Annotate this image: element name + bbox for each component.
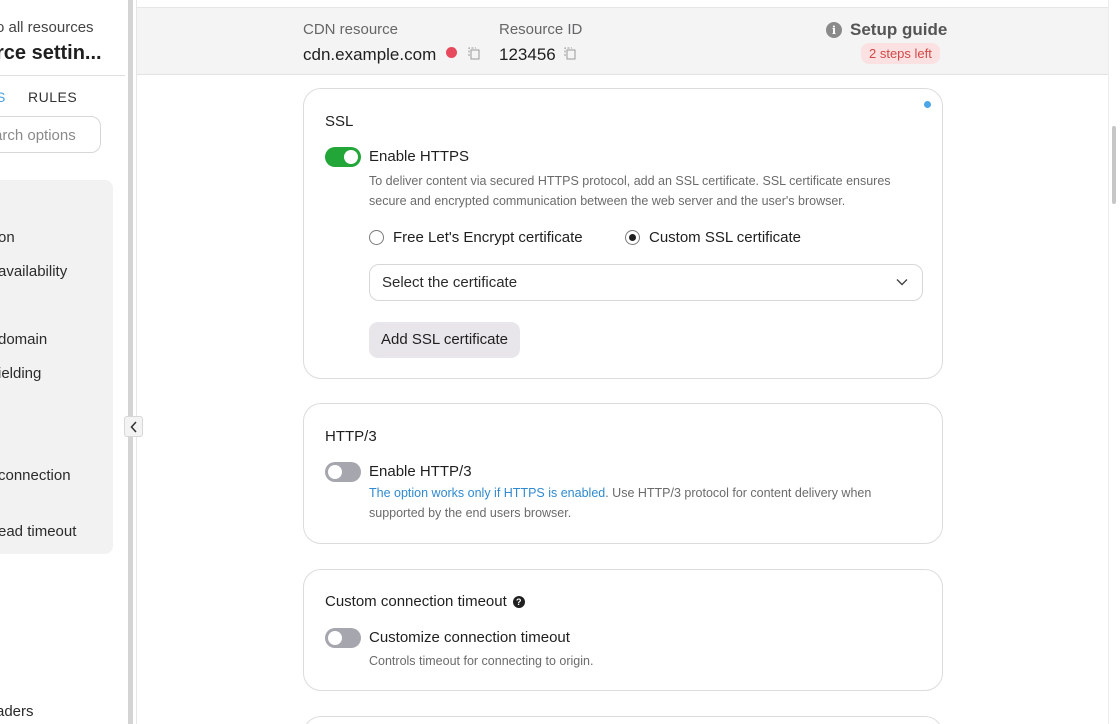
toggle-knob — [328, 465, 342, 479]
resource-id-value: 123456 — [499, 45, 556, 64]
main-scrollbar-track[interactable] — [1108, 0, 1120, 724]
sidebar-scrollbar[interactable] — [128, 0, 133, 724]
copy-icon[interactable] — [467, 46, 481, 60]
back-to-resources-link[interactable]: o all resources — [0, 19, 94, 36]
chevron-left-icon — [129, 420, 137, 433]
enable-https-toggle[interactable] — [325, 147, 361, 167]
next-option-card — [303, 716, 943, 724]
enable-http3-label: Enable HTTP/3 — [369, 463, 472, 480]
sidebar: o all resources rce settin... S RULES ar… — [0, 0, 125, 724]
main-scrollbar-thumb[interactable] — [1112, 126, 1116, 204]
ssl-card: SSL Enable HTTPS To deliver content via … — [303, 88, 943, 379]
https-requirement-link[interactable]: The option works only if HTTPS is enable… — [369, 486, 605, 500]
ssl-card-title: SSL — [325, 113, 354, 130]
sidebar-item[interactable]: ielding — [0, 365, 41, 382]
help-icon[interactable]: ? — [512, 595, 525, 608]
sidebar-item[interactable]: on — [0, 229, 15, 246]
unsaved-indicator-dot — [924, 101, 931, 108]
sidebar-item[interactable]: aders — [0, 703, 34, 720]
steps-left-badge: 2 steps left — [861, 43, 940, 64]
add-ssl-certificate-button[interactable]: Add SSL certificate — [369, 322, 521, 358]
search-placeholder: arch options — [0, 127, 76, 144]
tab-rules[interactable]: RULES — [28, 89, 77, 105]
cdn-resource-label: CDN resource — [303, 21, 399, 38]
sidebar-title: rce settin... — [0, 42, 102, 64]
http3-card-title: HTTP/3 — [325, 428, 377, 445]
connection-timeout-card: Custom connection timeout ? Customize co… — [303, 569, 943, 691]
sidebar-item[interactable]: connection — [0, 467, 71, 484]
tab-options[interactable]: S — [0, 89, 6, 105]
connection-timeout-title-row: Custom connection timeout ? — [325, 593, 525, 610]
customize-timeout-label: Customize connection timeout — [369, 629, 570, 646]
free-cert-label[interactable]: Free Let's Encrypt certificate — [393, 229, 583, 246]
enable-https-label: Enable HTTPS — [369, 148, 470, 165]
toggle-knob — [328, 631, 342, 645]
custom-cert-radio[interactable] — [625, 230, 640, 245]
http3-card: HTTP/3 Enable HTTP/3 The option works on… — [303, 403, 943, 544]
sidebar-item[interactable]: domain — [0, 331, 47, 348]
info-icon: i — [826, 22, 842, 38]
certificate-select-value: Select the certificate — [382, 274, 518, 291]
setup-guide-label: Setup guide — [850, 20, 948, 39]
setup-guide-button[interactable]: i Setup guide — [826, 20, 947, 40]
free-cert-radio[interactable] — [369, 230, 384, 245]
enable-http3-toggle[interactable] — [325, 462, 361, 482]
sidebar-item[interactable]: availability — [0, 263, 67, 280]
cdn-resource-value: cdn.example.com — [303, 45, 437, 64]
connection-timeout-title: Custom connection timeout — [325, 593, 507, 610]
collapse-sidebar-button[interactable] — [124, 416, 143, 437]
copy-icon[interactable] — [563, 46, 577, 60]
custom-cert-label[interactable]: Custom SSL certificate — [649, 229, 801, 246]
http3-description: The option works only if HTTPS is enable… — [369, 483, 909, 523]
sidebar-edge — [136, 0, 137, 724]
resource-header — [137, 7, 1108, 75]
resource-id-label: Resource ID — [499, 21, 583, 38]
sidebar-item[interactable]: ead timeout — [0, 523, 76, 540]
chevron-down-icon — [896, 279, 908, 286]
certificate-select[interactable]: Select the certificate — [369, 264, 923, 301]
timeout-description: Controls timeout for connecting to origi… — [369, 654, 594, 668]
status-indicator — [446, 47, 457, 58]
https-description: To deliver content via secured HTTPS pro… — [369, 174, 891, 208]
toggle-knob — [344, 150, 358, 164]
sidebar-divider — [0, 75, 125, 76]
customize-timeout-toggle[interactable] — [325, 628, 361, 648]
